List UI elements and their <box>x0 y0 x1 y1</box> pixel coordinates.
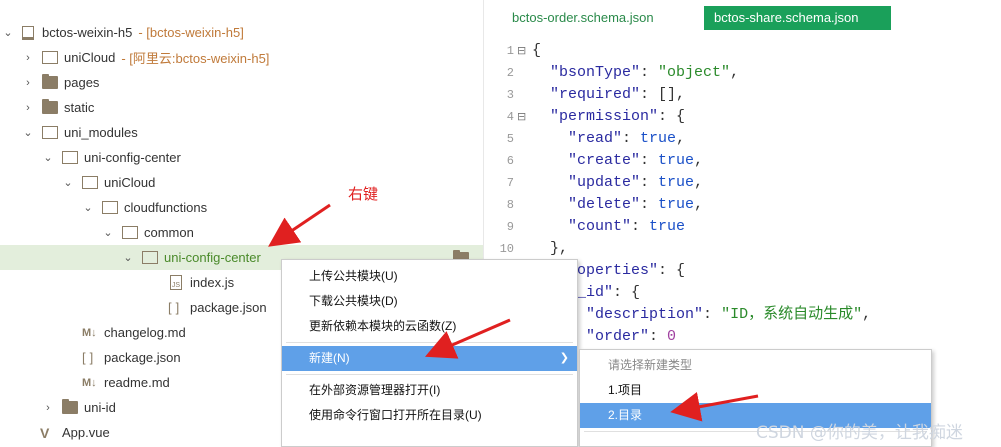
arrow-to-folder <box>268 203 331 247</box>
watermark: CSDN @你的美，让我痴迷 <box>756 423 963 443</box>
arrow-to-new <box>424 318 511 359</box>
arrow-to-directory <box>670 391 759 422</box>
annotation-arrows <box>268 203 759 422</box>
